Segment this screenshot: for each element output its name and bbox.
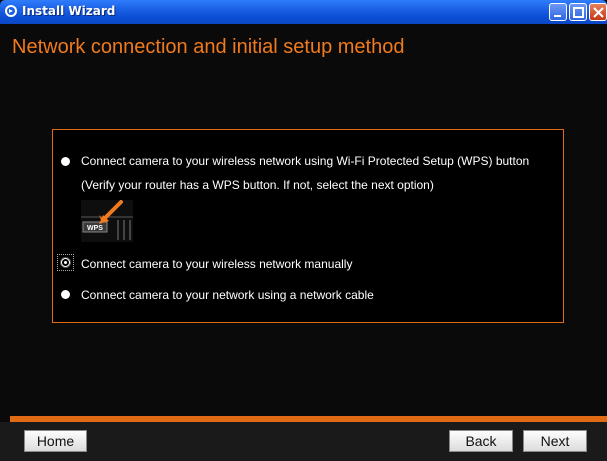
app-icon bbox=[5, 5, 17, 17]
radio-cable[interactable] bbox=[61, 290, 70, 299]
next-button[interactable]: Next bbox=[523, 430, 587, 452]
maximize-button[interactable] bbox=[569, 3, 587, 21]
back-button[interactable]: Back bbox=[449, 430, 513, 452]
close-button[interactable] bbox=[589, 3, 607, 21]
option-wps-sublabel: (Verify your router has a WPS button. If… bbox=[81, 178, 434, 192]
radio-manual[interactable] bbox=[61, 258, 70, 267]
close-icon bbox=[593, 7, 604, 18]
title-bar[interactable]: Install Wizard bbox=[0, 0, 607, 24]
minimize-button[interactable] bbox=[549, 3, 567, 21]
divider bbox=[10, 416, 607, 422]
page-title: Network connection and initial setup met… bbox=[12, 36, 405, 58]
option-wps-label[interactable]: Connect camera to your wireless network … bbox=[81, 154, 529, 168]
option-cable-label[interactable]: Connect camera to your network using a n… bbox=[81, 288, 374, 302]
maximize-icon bbox=[573, 7, 584, 18]
button-bar bbox=[0, 422, 607, 461]
radio-wps[interactable] bbox=[61, 157, 70, 166]
wps-label: WPS bbox=[87, 225, 103, 232]
home-button[interactable]: Home bbox=[24, 430, 87, 452]
install-wizard-window: Install Wizard Network connection and in… bbox=[0, 0, 607, 461]
window-title: Install Wizard bbox=[22, 4, 116, 18]
wps-button-image: WPS bbox=[81, 200, 133, 242]
option-manual-label[interactable]: Connect camera to your wireless network … bbox=[81, 257, 352, 271]
minimize-icon bbox=[554, 15, 561, 17]
